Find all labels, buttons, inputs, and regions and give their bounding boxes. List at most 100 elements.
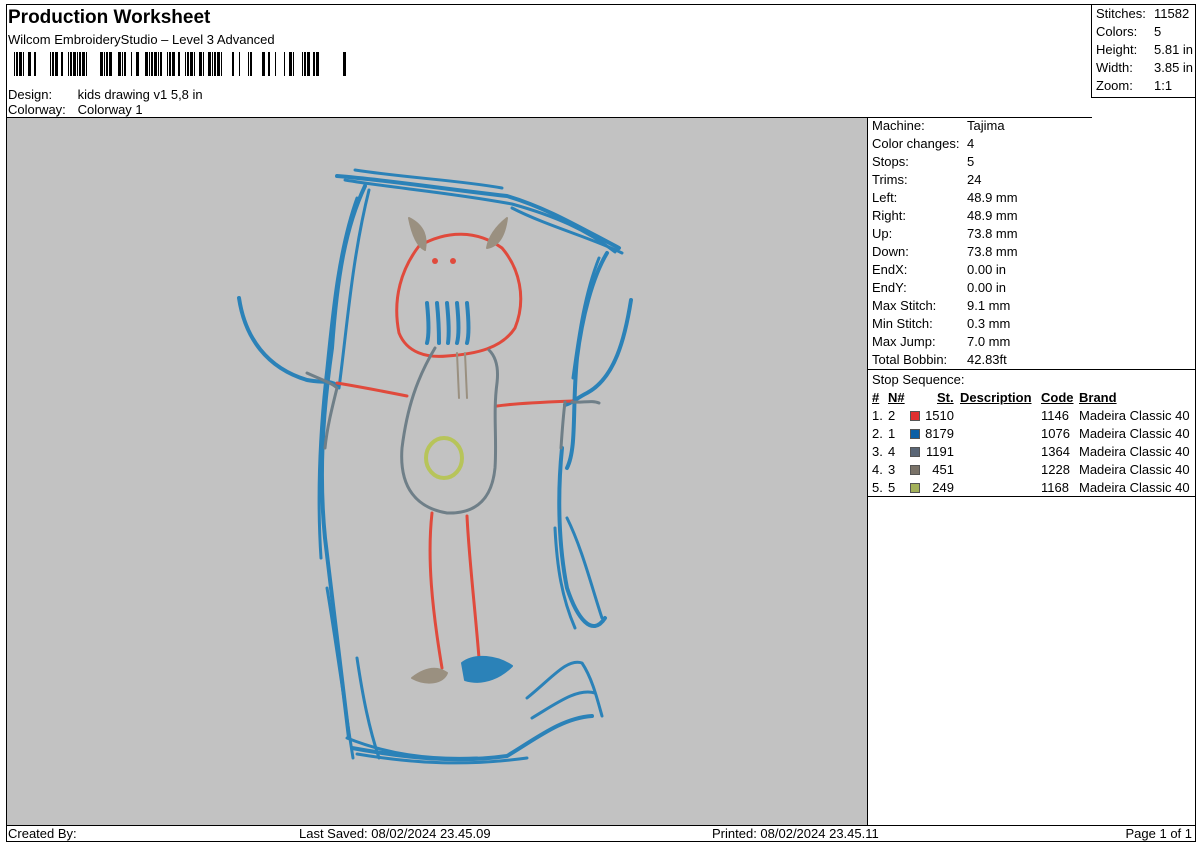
barcode-bar bbox=[167, 52, 168, 76]
trims-value: 24 bbox=[967, 172, 982, 187]
stat-value: 5.81 in bbox=[1154, 42, 1194, 57]
stop-sequence-row: 3. 4 1191 1364 Madeira Classic 40 bbox=[868, 444, 1196, 462]
stat-label: Zoom: bbox=[1096, 78, 1133, 93]
barcode-bar bbox=[214, 52, 216, 76]
stop-brand: Madeira Classic 40 bbox=[1079, 462, 1190, 477]
design-preview[interactable] bbox=[7, 118, 868, 826]
stop-needle: 3 bbox=[888, 462, 896, 477]
color-changes-label: Color changes: bbox=[872, 136, 960, 151]
stop-num: 4. bbox=[872, 462, 883, 477]
thread-color-swatch bbox=[910, 483, 920, 493]
stop-stitches: 1510 bbox=[925, 408, 954, 423]
barcode-bar bbox=[284, 52, 285, 76]
design-row: Design: kids drawing v1 5,8 in bbox=[8, 87, 203, 102]
stat-label: Height: bbox=[1096, 42, 1138, 57]
barcode-bar bbox=[232, 52, 234, 76]
embroidery-drawing bbox=[237, 168, 633, 765]
barcode-bar bbox=[187, 52, 189, 76]
barcode-bar bbox=[100, 52, 103, 76]
barcode-bar bbox=[158, 52, 159, 76]
design-label: Design: bbox=[8, 87, 53, 102]
min-stitch-label: Min Stitch: bbox=[872, 316, 933, 331]
barcode-bar bbox=[79, 52, 81, 76]
machine-value: Tajima bbox=[967, 118, 1005, 133]
col-header-description: Description bbox=[960, 390, 1032, 405]
thread-color-swatch bbox=[910, 465, 920, 475]
barcode-bar bbox=[160, 52, 162, 76]
barcode-bar bbox=[70, 52, 72, 76]
barcode-bar bbox=[28, 52, 31, 76]
stop-num: 1. bbox=[872, 408, 883, 423]
stat-label: Colors: bbox=[1096, 24, 1138, 39]
min-stitch-row: Min Stitch: 0.3 mm bbox=[868, 316, 1196, 334]
right-label: Right: bbox=[872, 208, 906, 223]
barcode-bar bbox=[131, 52, 132, 76]
stop-code: 1228 bbox=[1041, 462, 1070, 477]
left-value: 48.9 mm bbox=[967, 190, 1018, 205]
barcode-bar bbox=[221, 52, 222, 76]
barcode-bar bbox=[118, 52, 121, 76]
barcode-bar bbox=[178, 52, 180, 76]
col-header-n: N# bbox=[888, 390, 905, 405]
stop-code: 1146 bbox=[1041, 408, 1069, 423]
stop-sequence-title: Stop Sequence: bbox=[872, 372, 965, 387]
created-by: Created By: bbox=[8, 826, 77, 841]
max-stitch-value: 9.1 mm bbox=[967, 298, 1011, 313]
red-figure-stitches bbox=[335, 232, 574, 670]
up-row: Up: 73.8 mm bbox=[868, 226, 1196, 244]
stop-brand: Madeira Classic 40 bbox=[1079, 444, 1190, 459]
endy-label: EndY: bbox=[872, 280, 907, 295]
endy-row: EndY: 0.00 in bbox=[868, 280, 1196, 298]
design-value: kids drawing v1 5,8 in bbox=[77, 87, 203, 102]
stops-value: 5 bbox=[967, 154, 975, 169]
barcode-bar bbox=[86, 52, 87, 76]
barcode-bar bbox=[109, 52, 112, 76]
barcode-bar bbox=[149, 52, 150, 76]
barcode-bar bbox=[239, 52, 240, 76]
thread-color-swatch bbox=[910, 447, 920, 457]
stop-stitches: 1191 bbox=[926, 444, 954, 459]
stat-value: 5 bbox=[1154, 24, 1162, 39]
min-stitch-value: 0.3 mm bbox=[967, 316, 1011, 331]
colorway-row: Colorway: Colorway 1 bbox=[8, 102, 143, 117]
design-stats-panel: Stitches: 11582 Colors: 5 Height: 5.81 in W… bbox=[1091, 4, 1196, 98]
stop-stitches: 451 bbox=[932, 462, 954, 477]
barcode-image bbox=[14, 52, 346, 76]
gray-figure-stitches bbox=[305, 346, 601, 515]
worksheet-footer: Created By: Last Saved: 08/02/2024 23.45… bbox=[6, 825, 1196, 842]
stat-value: 11582 bbox=[1154, 6, 1190, 21]
endx-label: EndX: bbox=[872, 262, 908, 277]
barcode-bar bbox=[217, 52, 220, 76]
endy-value: 0.00 in bbox=[967, 280, 1007, 295]
stat-value: 3.85 in bbox=[1154, 60, 1194, 75]
color-changes-row: Color changes: 4 bbox=[868, 136, 1196, 154]
barcode-bar bbox=[77, 52, 78, 76]
machine-label: Machine: bbox=[872, 118, 925, 133]
barcode-bar bbox=[262, 52, 265, 76]
barcode-bar bbox=[124, 52, 126, 76]
barcode-bar bbox=[248, 52, 249, 76]
barcode-bar bbox=[34, 52, 36, 76]
total-bobbin-value: 42.83ft bbox=[967, 352, 1007, 367]
barcode-bar bbox=[106, 52, 108, 76]
stop-sequence-row: 5. 5 249 1168 Madeira Classic 40 bbox=[868, 480, 1196, 498]
stop-needle: 1 bbox=[888, 426, 896, 441]
stop-needle: 4 bbox=[888, 444, 896, 459]
stop-stitches: 8179 bbox=[925, 426, 954, 441]
max-jump-value: 7.0 mm bbox=[967, 334, 1011, 349]
down-label: Down: bbox=[872, 244, 909, 259]
barcode-bar bbox=[61, 52, 63, 76]
stat-label: Stitches: bbox=[1096, 6, 1146, 21]
barcode-bar bbox=[16, 52, 18, 76]
page-number: Page 1 of 1 bbox=[1125, 826, 1193, 841]
barcode-bar bbox=[154, 52, 157, 76]
page-title: Production Worksheet bbox=[8, 7, 211, 28]
stop-stitches: 249 bbox=[932, 480, 954, 495]
blue-foot-stitches bbox=[461, 655, 513, 683]
barcode-bar bbox=[172, 52, 175, 76]
max-jump-label: Max Jump: bbox=[872, 334, 936, 349]
stop-num: 3. bbox=[872, 444, 883, 459]
stat-label: Width: bbox=[1096, 60, 1133, 75]
barcode-bar bbox=[23, 52, 24, 76]
up-label: Up: bbox=[872, 226, 893, 241]
